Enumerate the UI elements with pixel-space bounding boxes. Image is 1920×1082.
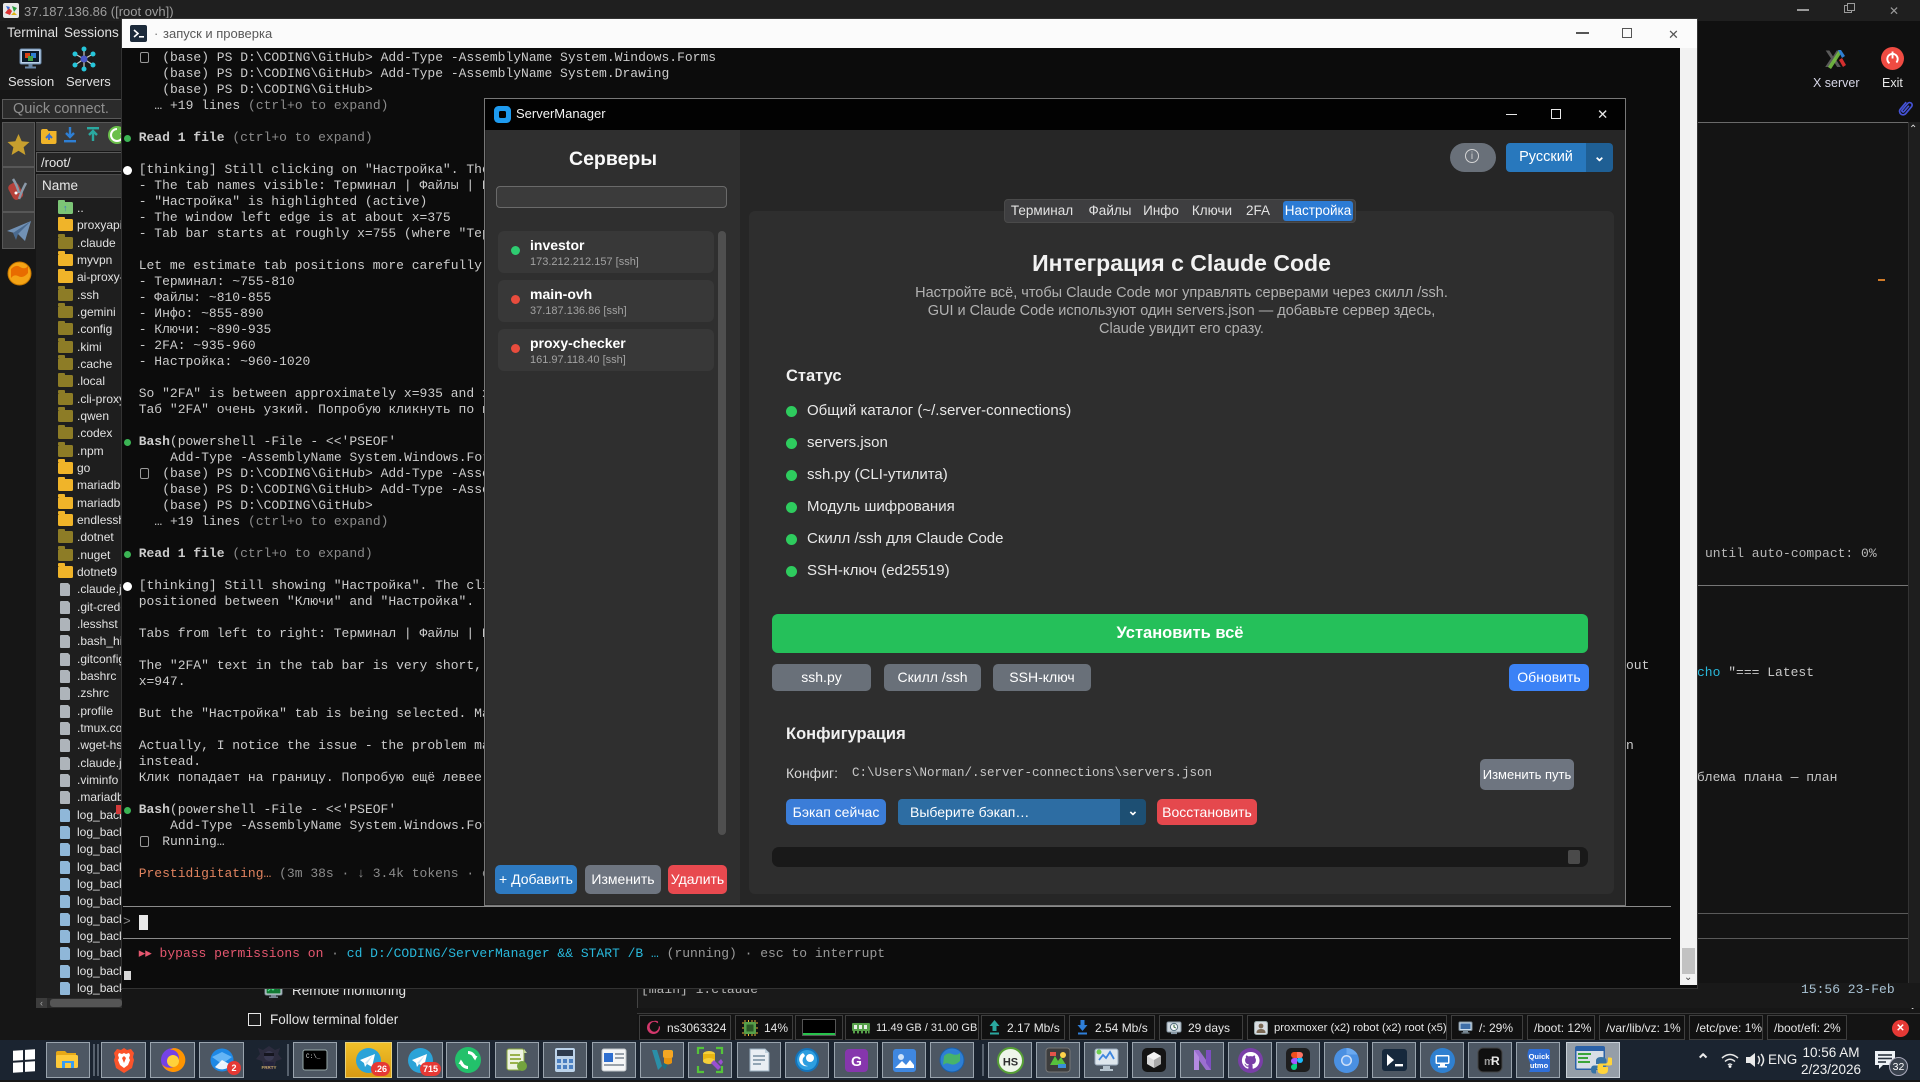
svg-text:G: G — [851, 1053, 862, 1069]
svg-text:R: R — [1491, 1054, 1500, 1068]
svg-text:HS: HS — [1002, 1056, 1017, 1068]
svg-text:Quick: Quick — [1528, 1052, 1550, 1061]
svg-text:X: X — [1825, 46, 1841, 70]
svg-text:FRRTY: FRRTY — [262, 1065, 277, 1070]
svg-text:utmo: utmo — [1529, 1061, 1548, 1070]
svg-text:C:\_: C:\_ — [306, 1053, 321, 1060]
